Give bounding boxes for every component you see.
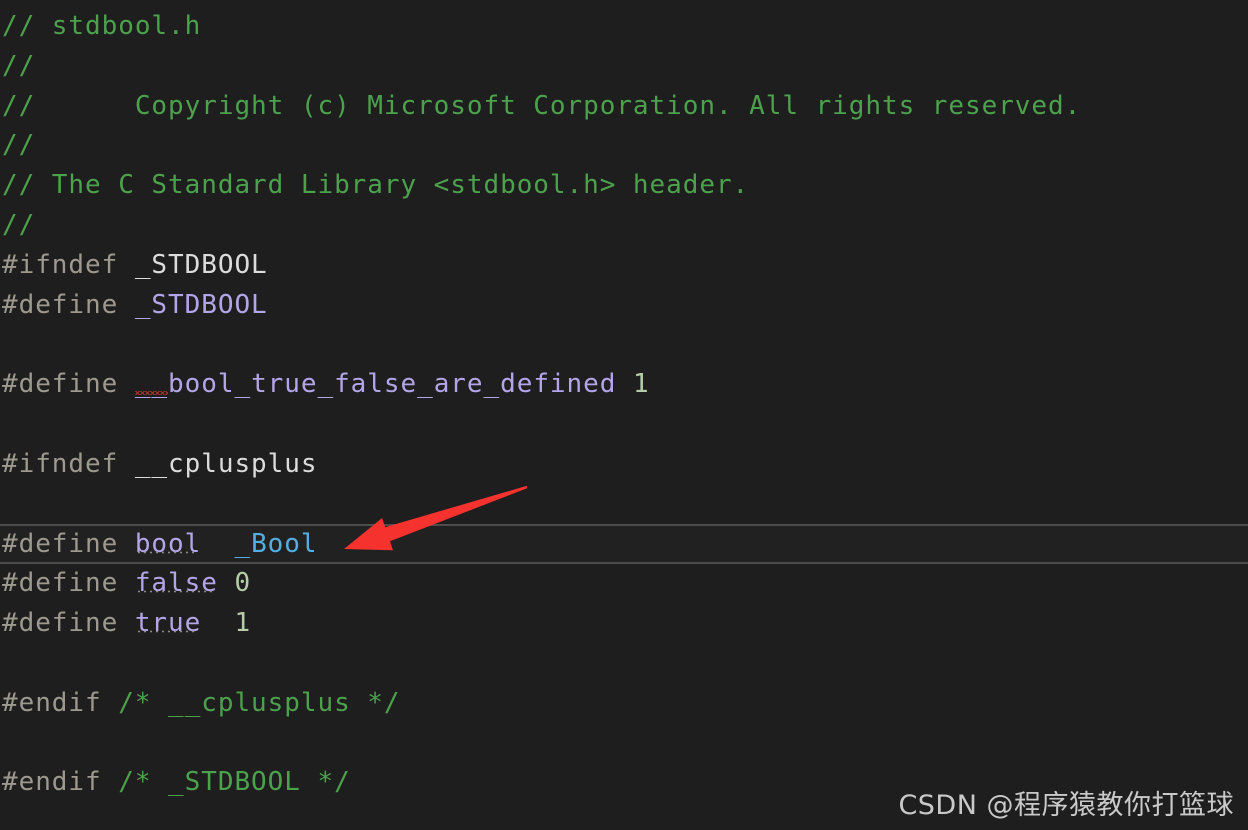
code-editor[interactable]: // stdbool.h // // Copyright (c) Microsoft… xyxy=(0,0,1248,830)
code-line[interactable]: // The C Standard Library <stdbool.h> he… xyxy=(0,166,1248,206)
code-token-number: 0 xyxy=(234,568,252,599)
code-line[interactable]: // Copyright (c) Microsoft Corporation. … xyxy=(0,87,1248,127)
code-line[interactable] xyxy=(0,325,1248,365)
code-token-number: 1 xyxy=(234,607,252,638)
code-line[interactable] xyxy=(0,405,1248,445)
code-line[interactable]: #ifndef _STDBOOL xyxy=(0,246,1248,286)
code-token-type: _Bool xyxy=(234,529,318,560)
code-line[interactable] xyxy=(0,644,1248,684)
code-token-pp: #define xyxy=(2,369,135,400)
code-line[interactable]: #define false 0 xyxy=(0,564,1248,604)
code-token-macro: _STDBOOL xyxy=(134,289,268,320)
code-token-pp: #define xyxy=(2,289,135,320)
code-token-pp: #endif xyxy=(2,687,119,718)
code-line[interactable]: #ifndef __cplusplus xyxy=(0,445,1248,485)
code-token-comment: // Copyright (c) Microsoft Corporation. … xyxy=(2,90,1082,121)
code-token-macro: bool xyxy=(134,529,202,560)
code-token-macro: bool_true_false_are_defined xyxy=(168,369,617,400)
code-token-comment: /* __cplusplus */ xyxy=(118,687,401,718)
code-line[interactable]: // xyxy=(0,206,1248,246)
code-line[interactable]: #endif /* __cplusplus */ xyxy=(0,684,1248,724)
code-token-comment: /* _STDBOOL */ xyxy=(118,767,351,798)
code-token-number: 1 xyxy=(616,369,650,400)
code-line[interactable]: #define true 1 xyxy=(0,604,1248,644)
code-token-comment: // xyxy=(2,130,36,161)
code-token-macro: __ xyxy=(134,369,169,400)
code-token-pp: #endif xyxy=(2,767,119,798)
code-token-plain: _STDBOOL xyxy=(134,249,268,280)
code-token-pp: #ifndef xyxy=(2,249,135,280)
code-token-comment: // xyxy=(2,209,36,240)
code-line[interactable]: // xyxy=(0,47,1248,87)
code-line[interactable] xyxy=(0,723,1248,763)
code-token-macro: true xyxy=(134,607,202,638)
code-text-area[interactable]: // stdbool.h // // Copyright (c) Microsoft… xyxy=(0,0,1248,803)
code-line[interactable]: #define _STDBOOL xyxy=(0,286,1248,326)
code-line[interactable] xyxy=(0,485,1248,525)
watermark-text: CSDN @程序猿教你打篮球 xyxy=(898,790,1234,821)
code-line-current[interactable]: #define bool _Bool xyxy=(0,524,1248,565)
code-token-pp: #define xyxy=(2,529,135,560)
code-token-comment: // The C Standard Library <stdbool.h> he… xyxy=(2,170,750,201)
code-token-comment: // stdbool.h xyxy=(2,11,202,41)
code-token-macro: false xyxy=(134,568,218,599)
code-token-plain: __cplusplus xyxy=(134,448,318,479)
code-token-pp: #define xyxy=(2,568,135,599)
code-line[interactable]: // xyxy=(0,126,1248,166)
code-token-pp: #ifndef xyxy=(2,448,135,479)
code-line[interactable]: #define __bool_true_false_are_defined 1 xyxy=(0,365,1248,405)
code-token-comment: // xyxy=(2,50,36,81)
code-token-pp: #define xyxy=(2,607,135,638)
code-line[interactable]: // stdbool.h xyxy=(0,7,1248,47)
